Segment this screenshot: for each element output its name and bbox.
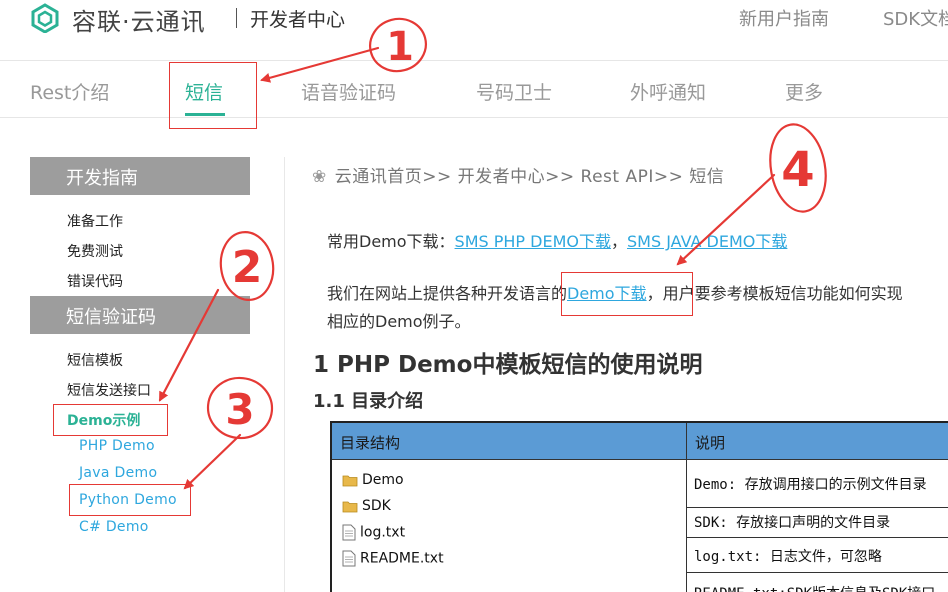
demo-link-separator: ， — [611, 232, 628, 251]
table-header-description: 说明 — [687, 423, 948, 459]
sms-java-demo-link[interactable]: SMS JAVA DEMO下载 — [627, 232, 787, 251]
tab-rest-intro[interactable]: Rest介绍 — [30, 78, 109, 105]
table-header-directory: 目录结构 — [332, 423, 686, 459]
tab-more[interactable]: 更多 — [785, 78, 823, 105]
intro-paragraph-line2: 相应的Demo例子。 — [327, 312, 471, 331]
directory-structure-table: 目录结构 说明 Demo SDK log.txt README.txt Demo… — [330, 421, 948, 592]
tree-item-label: log.txt — [360, 524, 406, 541]
folder-icon — [342, 475, 358, 487]
folder-icon — [342, 501, 358, 513]
table-header-divider — [332, 459, 948, 460]
annotation-circle-3 — [206, 376, 274, 440]
table-cell-description: SDK: 存放接口声明的文件目录 — [694, 515, 891, 531]
tree-item-demo[interactable]: Demo — [342, 472, 404, 488]
annotation-box-demo-download — [561, 272, 693, 316]
flower-icon: ❀ — [312, 167, 327, 187]
tree-item-sdk[interactable]: SDK — [342, 498, 391, 514]
tree-item-log-txt[interactable]: log.txt — [342, 524, 405, 541]
breadcrumb-text[interactable]: 云通讯首页>> 开发者中心>> Rest API>> 短信 — [335, 167, 725, 187]
table-row-divider — [687, 507, 948, 508]
tab-voice-verification[interactable]: 语音验证码 — [301, 78, 396, 105]
tree-item-label: README.txt — [360, 550, 444, 567]
annotation-number-4: 4 — [781, 142, 814, 198]
text-file-icon — [342, 524, 356, 541]
brand-name[interactable]: 容联·云通讯 — [72, 2, 206, 37]
annotation-box-demo-examples — [53, 404, 168, 436]
table-cell-description: Demo: 存放调用接口的示例文件目录 — [694, 477, 927, 493]
sidebar-item-sms-send-api[interactable]: 短信发送接口 — [67, 380, 151, 400]
developer-center-title[interactable]: 开发者中心 — [250, 5, 345, 32]
sidebar-item-free-test[interactable]: 免费测试 — [67, 241, 123, 261]
sidebar-subitem-java-demo[interactable]: Java Demo — [79, 465, 157, 481]
brand-logo-icon[interactable] — [30, 3, 60, 33]
table-cell-description: log.txt: 日志文件，可忽略 — [694, 549, 882, 565]
subsection-heading-directory: 1.1 目录介绍 — [313, 391, 424, 412]
annotation-box-python-demo — [69, 484, 191, 516]
annotation-arrow-3 — [183, 433, 242, 490]
sdk-docs-link[interactable]: SDK文档 — [883, 5, 948, 31]
tree-item-readme-txt[interactable]: README.txt — [342, 550, 444, 567]
annotation-number-3: 3 — [225, 385, 254, 434]
sidebar-item-preparation[interactable]: 准备工作 — [67, 211, 123, 231]
intro-prefix: 我们在网站上提供各种开发语言的 — [327, 284, 568, 303]
demo-download-line: 常用Demo下载：SMS PHP DEMO下载，SMS JAVA DEMO下载 — [327, 228, 787, 252]
sidebar-divider — [284, 157, 285, 592]
sidebar-subitem-csharp-demo[interactable]: C# Demo — [79, 519, 149, 535]
demo-download-label: 常用Demo下载： — [327, 232, 455, 251]
sidebar-item-sms-template[interactable]: 短信模板 — [67, 350, 123, 370]
brand-separator — [236, 8, 237, 28]
table-row-divider — [687, 572, 948, 573]
table-cell-description: README.txt:SDK版本信息及SDK接口 — [694, 583, 935, 592]
tab-number-guard[interactable]: 号码卫士 — [476, 78, 552, 105]
annotation-circle-2 — [219, 231, 275, 301]
annotation-box-sms-tab — [169, 62, 257, 129]
annotation-circle-4 — [769, 123, 827, 213]
tab-outbound-notification[interactable]: 外呼通知 — [630, 78, 706, 105]
sms-php-demo-link[interactable]: SMS PHP DEMO下载 — [455, 232, 611, 251]
text-file-icon — [342, 550, 356, 567]
table-row-divider — [687, 537, 948, 538]
sidebar-subitem-php-demo[interactable]: PHP Demo — [79, 438, 155, 454]
annotation-number-2: 2 — [232, 242, 263, 293]
section-heading-php-demo: 1 PHP Demo中模板短信的使用说明 — [313, 352, 703, 378]
sidebar-item-error-codes[interactable]: 错误代码 — [67, 271, 123, 291]
breadcrumb: ❀ 云通讯首页>> 开发者中心>> Rest API>> 短信 — [312, 162, 724, 187]
tree-item-label: Demo — [362, 472, 404, 488]
new-user-guide-link[interactable]: 新用户指南 — [739, 5, 829, 31]
sidebar-section-dev-guide[interactable]: 开发指南 — [30, 157, 250, 195]
product-tab-bar: Rest介绍 短信 语音验证码 号码卫士 外呼通知 更多 — [0, 60, 948, 118]
tree-item-label: SDK — [362, 498, 391, 514]
sidebar-section-sms-verification[interactable]: 短信验证码 — [30, 296, 250, 334]
top-header: 容联·云通讯 开发者中心 新用户指南 SDK文档 — [0, 0, 948, 60]
